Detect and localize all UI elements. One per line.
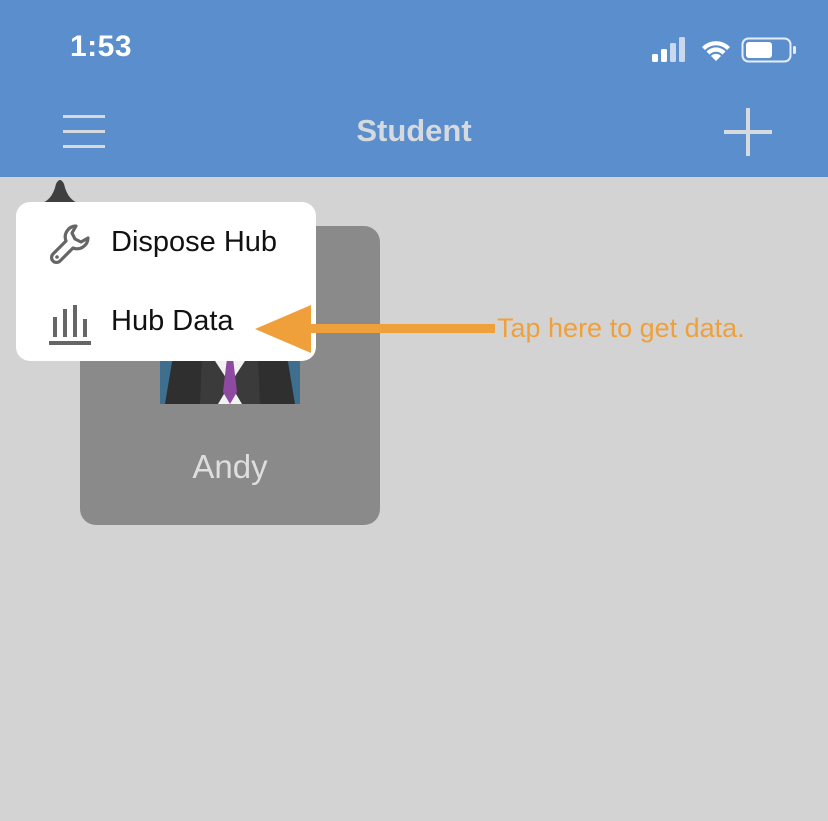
add-button[interactable]	[722, 106, 774, 158]
menu-item-dispose-hub[interactable]: Dispose Hub	[16, 204, 316, 282]
student-name: Andy	[192, 448, 268, 485]
popover-caret	[38, 180, 82, 204]
bar-chart-icon	[49, 305, 91, 345]
plus-icon	[724, 108, 772, 156]
page-title: Student	[356, 113, 472, 148]
header-bar: 1:53 Student	[0, 0, 828, 177]
menu-item-label: Dispose Hub	[111, 226, 278, 258]
wifi-icon	[702, 41, 730, 61]
annotation-text: Tap here to get data.	[497, 313, 745, 343]
menu-item-label: Hub Data	[111, 305, 234, 337]
annotation-arrow-icon	[255, 305, 495, 353]
status-icons	[652, 37, 796, 63]
status-time: 1:53	[70, 30, 133, 63]
signal-icon	[652, 37, 685, 62]
battery-icon	[741, 37, 796, 63]
wrench-icon	[49, 224, 90, 265]
